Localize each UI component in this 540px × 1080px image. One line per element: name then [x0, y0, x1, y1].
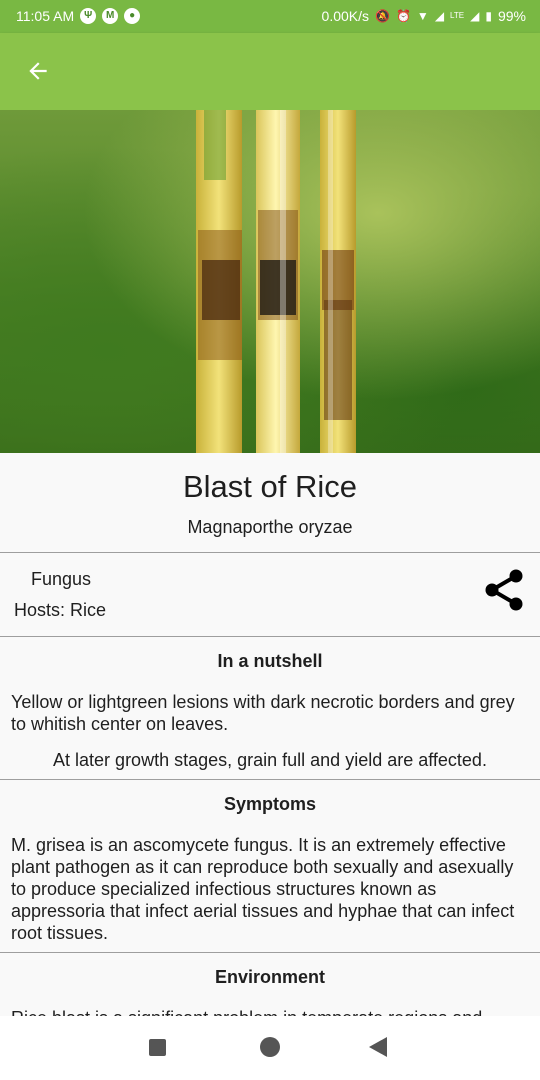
- wifi-icon: ▼: [416, 9, 429, 23]
- disease-header: Blast of Rice Magnaporthe oryzae: [0, 453, 540, 552]
- info-block: Fungus Hosts: Rice: [0, 553, 540, 636]
- symptoms-title: Symptoms: [223, 794, 317, 814]
- alarm-icon: ⏰: [395, 9, 411, 23]
- symptoms-text: M. grisea is an ascomycete fungus. It is…: [11, 835, 515, 943]
- battery-level: 99%: [497, 8, 526, 24]
- environment-title: Environment: [214, 967, 325, 987]
- share-button[interactable]: [485, 569, 525, 611]
- status-time: 11:05 AM: [16, 8, 75, 24]
- environment-text: Rice blast is a significant problem in t…: [11, 1007, 529, 1016]
- signal-icon: ◢: [470, 9, 480, 23]
- arrow-left-icon: [29, 62, 47, 80]
- app-bar: [0, 33, 540, 110]
- android-icon: ●: [124, 8, 141, 24]
- back-icon[interactable]: [369, 1037, 387, 1057]
- home-icon[interactable]: [260, 1037, 280, 1057]
- divider: [0, 636, 540, 637]
- back-button[interactable]: [20, 53, 56, 89]
- usb-icon: Ψ: [80, 8, 97, 24]
- divider: [0, 952, 540, 953]
- hosts-label: Hosts: Rice: [14, 600, 107, 620]
- pathogen-type: Fungus: [31, 569, 92, 589]
- battery-icon: ▮: [485, 9, 492, 23]
- nutshell-title: In a nutshell: [217, 651, 323, 671]
- nutshell-paragraph: Yellow or lightgreen lesions with dark n…: [11, 692, 515, 734]
- signal-icon: ◢: [434, 9, 445, 23]
- gmail-icon: M: [102, 8, 119, 24]
- status-bar: 11:05 AM Ψ M ● 0.00K/s 🔕 ⏰ ▼ ◢ LTE ◢ ▮ 9…: [0, 0, 540, 33]
- nutshell-paragraph: At later growth stages, grain full and y…: [53, 750, 487, 770]
- share-icon: [485, 569, 523, 611]
- disease-name: Blast of Rice: [182, 469, 357, 504]
- volte-icon: LTE: [450, 11, 465, 20]
- recents-icon[interactable]: [149, 1039, 166, 1056]
- net-speed: 0.00K/s: [321, 8, 370, 24]
- scientific-name: Magnaporthe oryzae: [187, 517, 353, 537]
- divider: [0, 779, 540, 780]
- disease-image: [0, 110, 540, 453]
- mute-icon: 🔕: [375, 9, 390, 23]
